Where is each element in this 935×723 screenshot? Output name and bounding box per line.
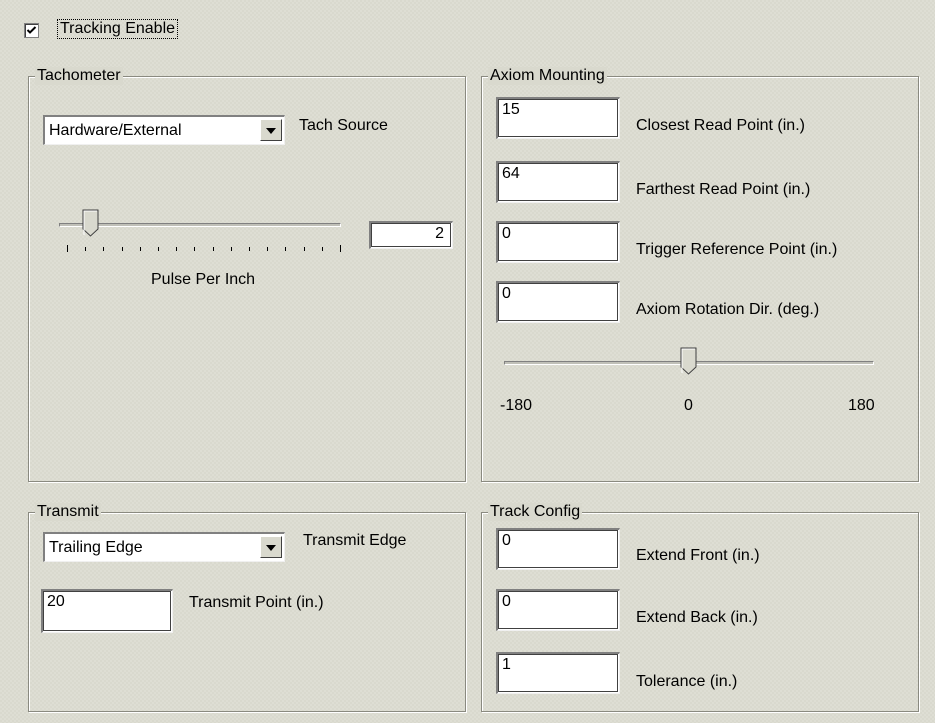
axiom-rotation-slider-thumb[interactable] [680,347,698,375]
tach-source-dropdown-button[interactable] [260,119,282,141]
rotation-mid-label: 0 [684,397,693,414]
tracking-enable-label[interactable]: Tracking Enable [56,19,179,39]
extend-back-input[interactable]: 0 [496,589,620,631]
slider-tick [212,247,214,251]
tachometer-group: Tachometer Hardware/External Tach Source… [28,67,466,482]
transmit-edge-value: Trailing Edge [49,539,143,556]
extend-front-input[interactable]: 0 [496,528,620,570]
chevron-down-icon [266,545,276,551]
chevron-down-icon [266,128,276,134]
closest-read-point-input[interactable]: 15 [496,97,620,139]
transmit-edge-select[interactable]: Trailing Edge [43,532,285,562]
transmit-title: Transmit [35,503,101,521]
tach-source-select[interactable]: Hardware/External [43,115,285,145]
slider-tick [103,247,105,251]
slider-tick [321,247,323,251]
slider-tick [67,245,68,252]
axiom-rotation-input[interactable]: 0 [496,281,620,323]
tracking-enable-checkbox[interactable] [24,23,39,38]
tolerance-input[interactable]: 1 [496,652,620,694]
slider-tick [267,247,269,251]
slider-tick [249,247,250,251]
slider-tick [176,247,178,251]
tach-source-value: Hardware/External [49,122,182,139]
transmit-edge-dropdown-button[interactable] [260,536,282,558]
tach-source-label: Tach Source [299,117,388,134]
slider-tick [139,247,141,251]
transmit-point-input[interactable]: 20 [41,589,173,633]
transmit-group: Transmit Trailing Edge Transmit Edge 20 … [28,503,466,712]
slider-tick [340,245,341,252]
checkmark-icon [26,26,37,34]
tolerance-label: Tolerance (in.) [636,673,738,690]
closest-read-point-label: Closest Read Point (in.) [636,117,805,134]
slider-tick [285,247,287,251]
extend-back-label: Extend Back (in.) [636,609,758,626]
farthest-read-point-input[interactable]: 64 [496,161,620,203]
pulse-per-inch-slider-thumb[interactable] [82,209,100,237]
trigger-reference-point-input[interactable]: 0 [496,221,620,263]
axiom-mounting-group: Axiom Mounting 15 Closest Read Point (in… [481,67,919,482]
track-config-title: Track Config [488,503,583,521]
slider-tick [230,247,232,251]
slider-tick [194,247,196,251]
extend-front-label: Extend Front (in.) [636,547,760,564]
slider-tick [85,247,87,251]
rotation-min-label: -180 [500,397,533,414]
transmit-edge-label: Transmit Edge [303,532,407,549]
track-config-group: Track Config 0 Extend Front (in.) 0 Exte… [481,503,919,712]
axiom-rotation-label: Axiom Rotation Dir. (deg.) [636,301,820,318]
slider-tick [158,247,159,251]
tachometer-title: Tachometer [35,67,123,85]
axiom-mounting-title: Axiom Mounting [488,67,607,85]
rotation-max-label: 180 [848,397,875,414]
trigger-reference-point-label: Trigger Reference Point (in.) [636,241,838,258]
pulse-per-inch-slider-track[interactable] [59,223,341,227]
farthest-read-point-label: Farthest Read Point (in.) [636,181,811,198]
slider-tick [303,247,305,251]
pulse-per-inch-input[interactable]: 2 [369,221,453,249]
pulse-per-inch-caption: Pulse Per Inch [151,271,256,288]
transmit-point-label: Transmit Point (in.) [189,594,324,611]
slider-tick [121,247,123,251]
